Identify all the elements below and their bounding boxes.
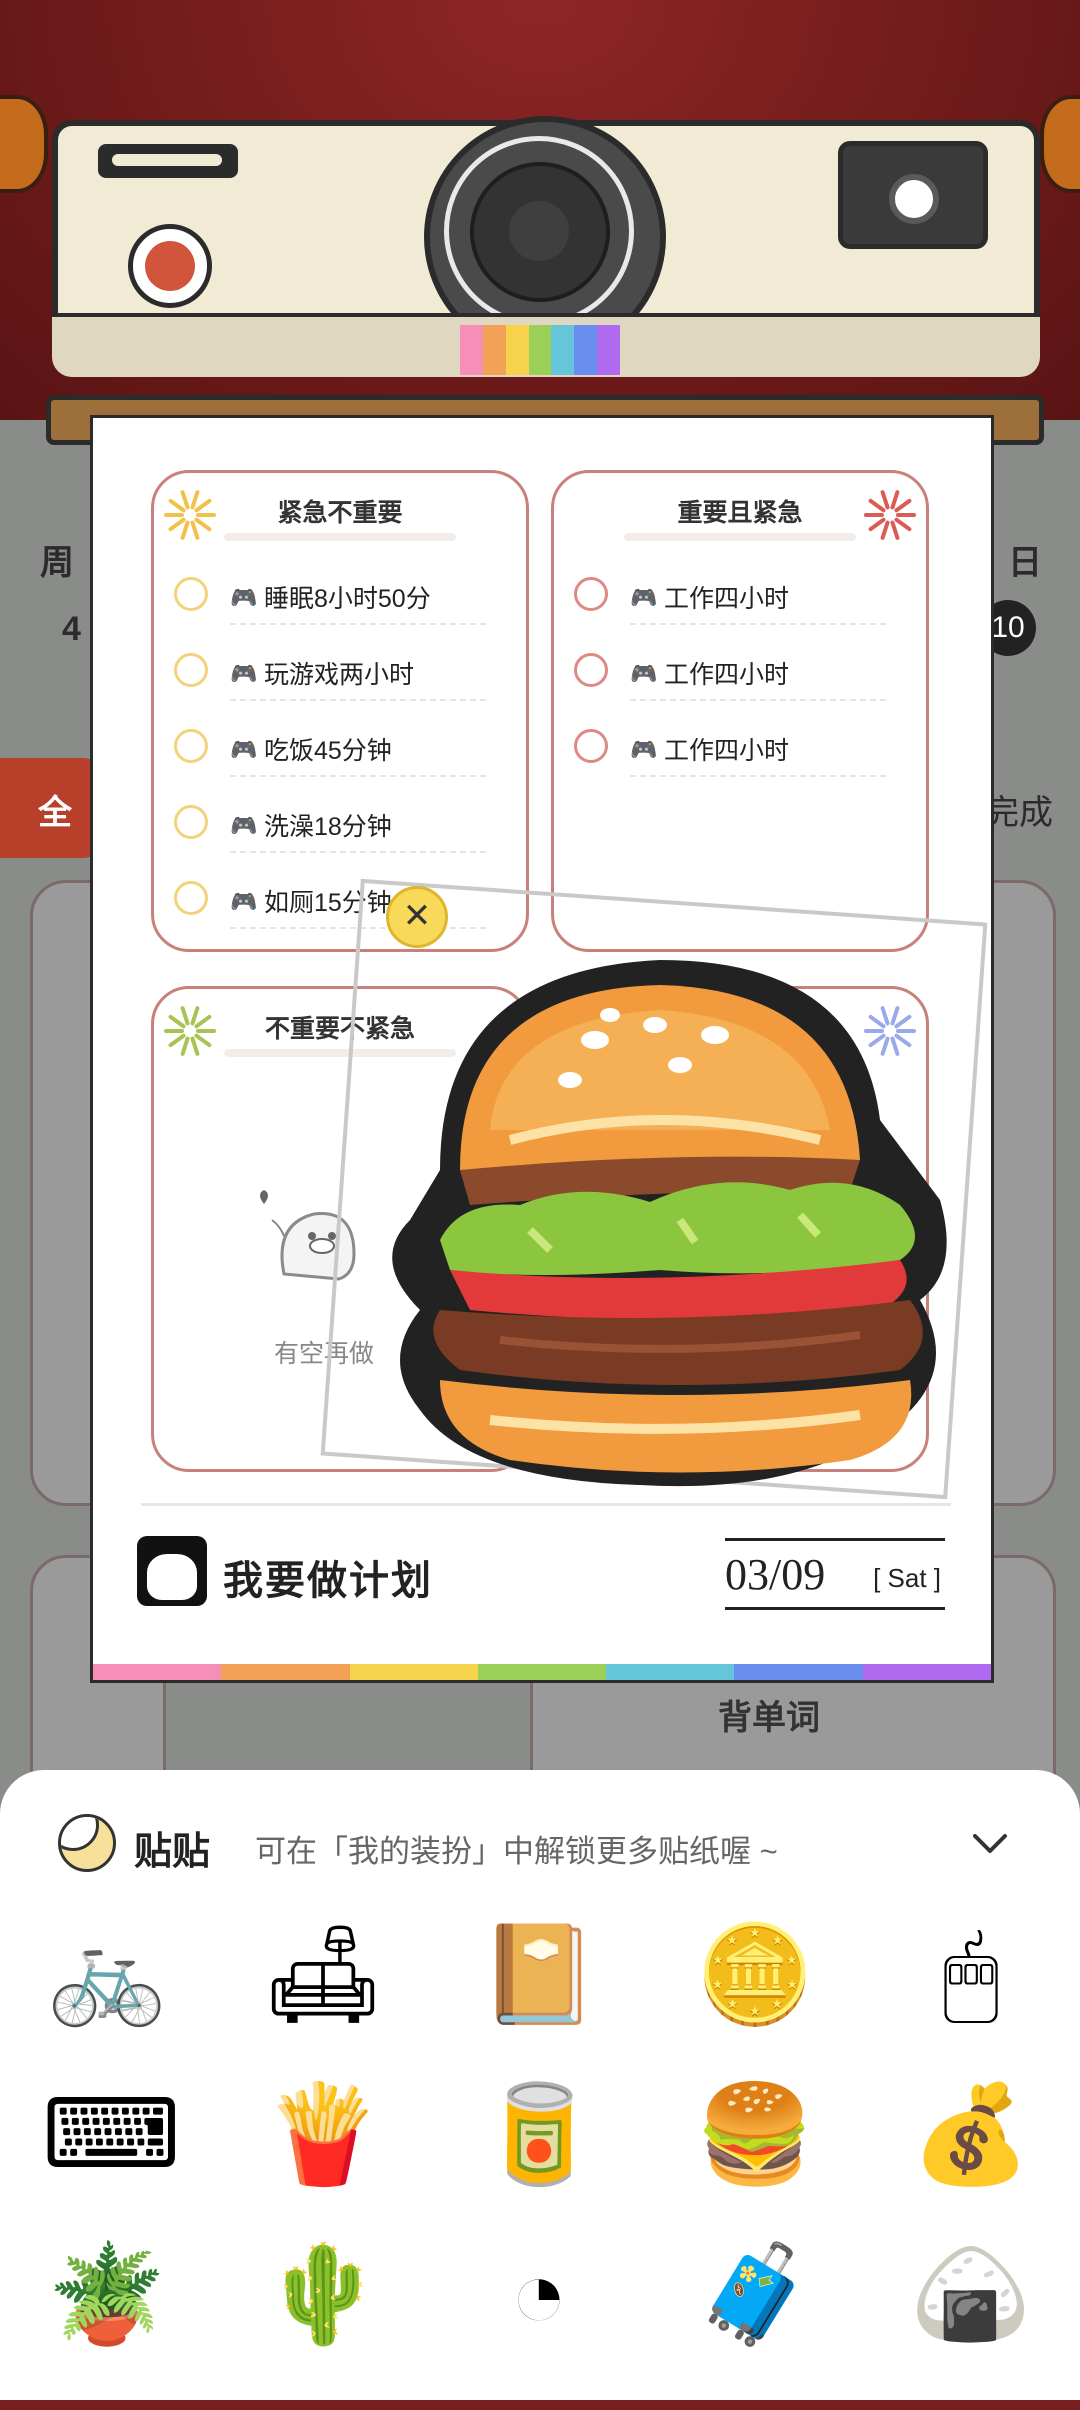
task-checkbox[interactable] bbox=[574, 577, 608, 611]
quadrant-urgent-not-important: 紧急不重要 🎮 睡眠8小时50分 🎮 玩游戏两小时 🎮 吃饭45分钟 🎮 洗澡18分钟 🎮 如厕1… bbox=[151, 470, 529, 952]
task-item[interactable]: 🎮 工作四小时 bbox=[574, 641, 886, 701]
burger-sticker[interactable] bbox=[380, 940, 960, 1500]
armchair-icon[interactable]: 🛋 bbox=[258, 1910, 388, 2040]
rainbow-segment bbox=[551, 325, 575, 375]
camera-shutter-button[interactable] bbox=[128, 224, 212, 308]
sticker-panel: 贴贴 可在「我的装扮」中解锁更多贴纸喔 ~ 🚲 🛋 📔 🪙 🖱 ⌨ 🍟 🥫 🍔 💰 🪴 🌵 ◔ 🧳 🍙 bbox=[0, 1770, 1080, 2400]
quadrant-title: 紧急不重要 bbox=[277, 498, 403, 527]
zongzi-icon[interactable]: 🍙 bbox=[906, 2230, 1036, 2360]
photo-date: 03/09 [ Sat ] bbox=[725, 1538, 945, 1610]
brand-name: 我要做计划 bbox=[223, 1557, 433, 1604]
backdrop-left-tab-label: 全 bbox=[38, 794, 72, 832]
mouse-icon[interactable]: 🖱 bbox=[906, 1910, 1036, 2040]
suitcase-icon[interactable]: 🧳 bbox=[690, 2230, 820, 2360]
lantern-left-icon bbox=[0, 95, 48, 193]
sticker-panel-hint: 可在「我的装扮」中解锁更多贴纸喔 ~ bbox=[255, 1834, 778, 1869]
rainbow-segment bbox=[528, 325, 552, 375]
gamepad-icon: 🎮 bbox=[630, 737, 658, 762]
bicycle-icon[interactable]: 🚲 bbox=[42, 1910, 172, 2040]
date-text: 03/09 bbox=[725, 1550, 826, 1599]
task-item[interactable]: 🎮 睡眠8小时50分 bbox=[174, 565, 486, 625]
photo-rainbow-strip bbox=[93, 1664, 991, 1680]
keyboard-icon[interactable]: ⌨ bbox=[42, 2070, 181, 2200]
sticker-panel-title: 贴贴 bbox=[134, 1828, 211, 1873]
gamepad-icon: 🎮 bbox=[230, 737, 258, 762]
task-checkbox[interactable] bbox=[174, 577, 208, 611]
gamepad-icon: 🎮 bbox=[230, 813, 258, 838]
task-label: 工作四小时 bbox=[664, 737, 790, 765]
task-checkbox[interactable] bbox=[574, 653, 608, 687]
task-label: 玩游戏两小时 bbox=[264, 661, 415, 689]
rainbow-segment bbox=[505, 325, 529, 375]
rainbow-segment bbox=[460, 325, 483, 375]
task-label: 工作四小时 bbox=[664, 585, 790, 613]
cactus-pot-icon[interactable]: 🌵 bbox=[258, 2230, 388, 2360]
task-checkbox[interactable] bbox=[574, 729, 608, 763]
weekday-text: [ Sat ] bbox=[873, 1563, 941, 1593]
task-checkbox[interactable] bbox=[174, 653, 208, 687]
rainbow-segment bbox=[734, 1664, 863, 1680]
task-item[interactable]: 🎮 工作四小时 bbox=[574, 717, 886, 777]
soda-can-icon[interactable]: 🥫 bbox=[474, 2070, 604, 2200]
pie-chart-icon[interactable]: ◔ bbox=[474, 2230, 604, 2360]
backdrop-right-status: 完成 bbox=[985, 794, 1053, 832]
task-item[interactable]: 🎮 吃饭45分钟 bbox=[174, 717, 486, 777]
chevron-down-icon[interactable] bbox=[965, 1818, 1015, 1868]
rainbow-segment bbox=[574, 325, 598, 375]
backdrop-left-number: 4 bbox=[62, 610, 81, 648]
coins-icon[interactable]: 🪙 bbox=[690, 1910, 820, 2040]
sticker-close-button[interactable]: ✕ bbox=[386, 886, 448, 948]
sticker-grid: 🚲 🛋 📔 🪙 🖱 ⌨ 🍟 🥫 🍔 💰 🪴 🌵 ◔ 🧳 🍙 bbox=[0, 1910, 1080, 2410]
rainbow-segment bbox=[597, 325, 621, 375]
rainbow-segment bbox=[221, 1664, 350, 1680]
gamepad-icon: 🎮 bbox=[630, 585, 658, 610]
rainbow-segment bbox=[482, 325, 506, 375]
task-label: 睡眠8小时50分 bbox=[264, 585, 431, 613]
task-checkbox[interactable] bbox=[174, 881, 208, 915]
rainbow-segment bbox=[349, 1664, 478, 1680]
moon-icon bbox=[58, 1814, 116, 1872]
gamepad-icon: 🎮 bbox=[230, 585, 258, 610]
backdrop-task-label: 背单词 bbox=[718, 1699, 820, 1737]
task-label: 工作四小时 bbox=[664, 661, 790, 689]
backdrop-left-weekday: 周 bbox=[40, 544, 74, 582]
task-item[interactable]: 🎮 工作四小时 bbox=[574, 565, 886, 625]
task-label: 洗澡18分钟 bbox=[264, 813, 392, 841]
camera-slot-icon bbox=[98, 144, 238, 178]
burger-icon[interactable]: 🍔 bbox=[690, 2070, 820, 2200]
quadrant-important-urgent: 重要且紧急 🎮 工作四小时 🎮 工作四小时 🎮 工作四小时 bbox=[551, 470, 929, 952]
gamepad-icon: 🎮 bbox=[230, 661, 258, 686]
rainbow-segment bbox=[93, 1664, 222, 1680]
rainbow-segment bbox=[862, 1664, 991, 1680]
camera-rainbow-strip bbox=[460, 325, 621, 375]
plant-icon[interactable]: 🪴 bbox=[42, 2230, 172, 2360]
fries-icon[interactable]: 🍟 bbox=[258, 2070, 388, 2200]
quadrant-title: 重要且紧急 bbox=[677, 498, 803, 527]
money-bag-icon[interactable]: 💰 bbox=[906, 2070, 1036, 2200]
camera-flash-icon bbox=[838, 141, 988, 249]
brand-avatar bbox=[137, 1536, 207, 1606]
rainbow-segment bbox=[477, 1664, 607, 1680]
task-checkbox[interactable] bbox=[174, 729, 208, 763]
book-icon[interactable]: 📔 bbox=[474, 1910, 604, 2040]
lantern-right-icon bbox=[1040, 95, 1080, 193]
backdrop-right-weekday: 日 bbox=[1008, 544, 1042, 582]
task-checkbox[interactable] bbox=[174, 805, 208, 839]
task-item[interactable]: 🎮 玩游戏两小时 bbox=[174, 641, 486, 701]
gamepad-icon: 🎮 bbox=[630, 661, 658, 686]
rainbow-segment bbox=[606, 1664, 735, 1680]
gamepad-icon: 🎮 bbox=[230, 889, 258, 914]
task-item[interactable]: 🎮 洗澡18分钟 bbox=[174, 793, 486, 853]
task-label: 吃饭45分钟 bbox=[264, 737, 392, 765]
footer-divider bbox=[141, 1503, 951, 1506]
